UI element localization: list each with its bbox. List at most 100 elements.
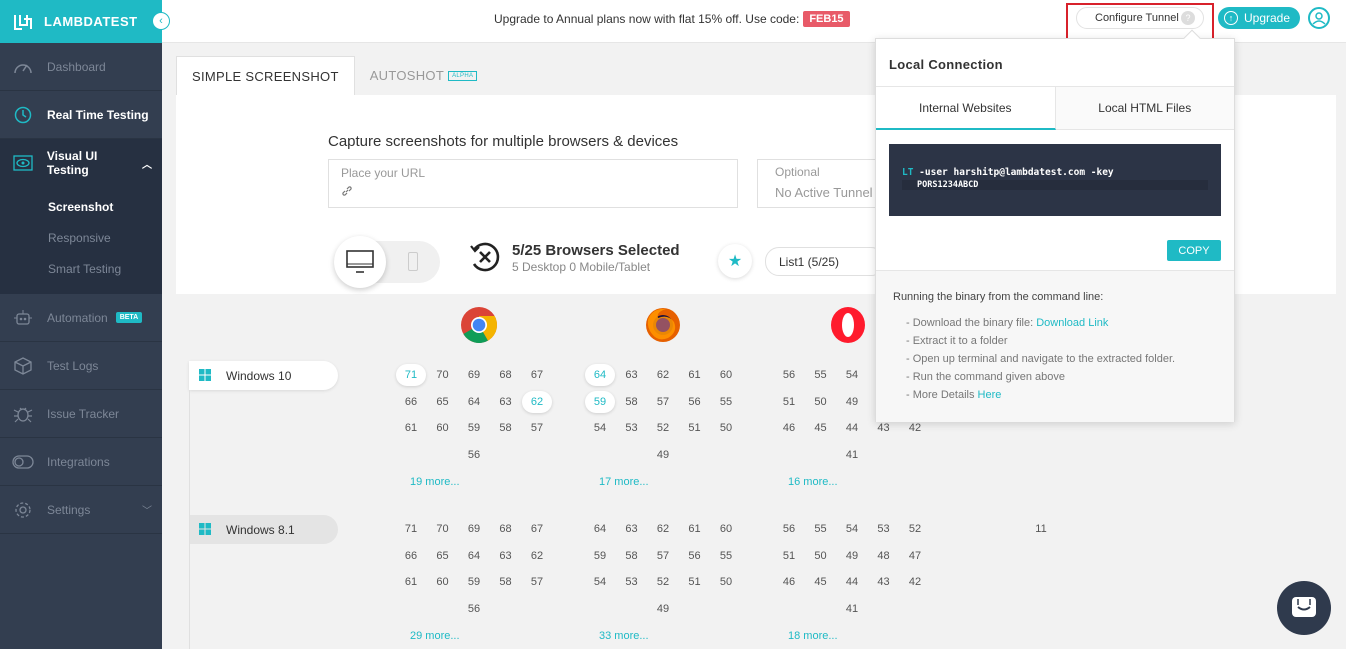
version-cell[interactable]: 57	[522, 571, 552, 593]
version-cell[interactable]: 49	[837, 391, 867, 413]
version-cell[interactable]: 64	[585, 364, 615, 386]
more-versions-link[interactable]: 16 more...	[788, 476, 838, 488]
version-cell[interactable]: 51	[774, 545, 804, 567]
version-cell[interactable]: 68	[491, 364, 521, 386]
sidebar-item-real-time-testing[interactable]: Real Time Testing	[0, 91, 162, 139]
version-cell[interactable]: 61	[396, 571, 426, 593]
version-cell[interactable]: 59	[459, 417, 489, 439]
version-cell[interactable]: 63	[617, 364, 647, 386]
sidebar-item-settings[interactable]: Settings ﹀	[0, 486, 162, 534]
version-cell[interactable]: 66	[396, 391, 426, 413]
version-cell[interactable]: 51	[680, 417, 710, 439]
version-cell[interactable]: 54	[837, 364, 867, 386]
list-select[interactable]: List1 (5/25)	[765, 247, 885, 276]
version-cell[interactable]: 71	[396, 364, 426, 386]
version-cell[interactable]: 49	[648, 444, 678, 466]
star-icon[interactable]: ★	[718, 244, 752, 278]
version-cell[interactable]: 69	[459, 364, 489, 386]
version-cell[interactable]: 64	[459, 391, 489, 413]
sidebar-item-issue-tracker[interactable]: Issue Tracker	[0, 390, 162, 438]
tab-local-html-files[interactable]: Local HTML Files	[1055, 87, 1234, 130]
version-cell[interactable]: 44	[837, 571, 867, 593]
version-cell[interactable]: 50	[711, 571, 741, 593]
more-versions-link[interactable]: 18 more...	[788, 630, 838, 642]
more-versions-link[interactable]: 33 more...	[599, 630, 649, 642]
sidebar-subitem-smart-testing[interactable]: Smart Testing	[0, 253, 162, 284]
device-toggle[interactable]	[334, 236, 440, 288]
version-cell[interactable]: 44	[837, 417, 867, 439]
sidebar-item-visual-ui-testing[interactable]: Visual UI Testing ︿	[0, 139, 162, 187]
version-cell[interactable]: 45	[806, 417, 836, 439]
version-cell[interactable]: 53	[869, 518, 899, 540]
version-cell[interactable]: 68	[491, 518, 521, 540]
version-cell[interactable]: 59	[459, 571, 489, 593]
version-cell[interactable]: 65	[428, 545, 458, 567]
version-cell[interactable]: 54	[585, 417, 615, 439]
version-cell[interactable]: 58	[491, 417, 521, 439]
version-cell[interactable]: 52	[648, 571, 678, 593]
version-cell[interactable]: 50	[711, 417, 741, 439]
version-cell[interactable]: 70	[428, 364, 458, 386]
version-cell[interactable]: 46	[774, 571, 804, 593]
tunnel-select[interactable]: Optional No Active Tunnel	[757, 159, 877, 208]
sidebar-item-automation[interactable]: Automation BETA	[0, 294, 162, 342]
version-cell[interactable]: 58	[491, 571, 521, 593]
version-cell[interactable]: 41	[837, 598, 867, 620]
version-cell[interactable]: 11	[1026, 518, 1056, 540]
sidebar-item-test-logs[interactable]: Test Logs	[0, 342, 162, 390]
version-cell[interactable]: 57	[648, 545, 678, 567]
chat-button[interactable]	[1277, 581, 1331, 635]
tab-simple-screenshot[interactable]: SIMPLE SCREENSHOT	[176, 56, 355, 95]
version-cell[interactable]: 50	[806, 391, 836, 413]
brand[interactable]: LAMBDATEST ‹	[0, 0, 170, 43]
version-cell[interactable]: 49	[648, 598, 678, 620]
version-cell[interactable]: 61	[680, 518, 710, 540]
version-cell[interactable]: 54	[585, 571, 615, 593]
version-cell[interactable]: 69	[459, 518, 489, 540]
version-cell[interactable]: 58	[617, 545, 647, 567]
version-cell[interactable]: 41	[837, 444, 867, 466]
version-cell[interactable]: 71	[396, 518, 426, 540]
version-cell[interactable]: 51	[680, 571, 710, 593]
collapse-sidebar-icon[interactable]: ‹	[152, 12, 170, 30]
version-cell[interactable]: 55	[711, 545, 741, 567]
version-cell[interactable]: 56	[459, 598, 489, 620]
version-cell[interactable]: 67	[522, 518, 552, 540]
version-cell[interactable]: 60	[711, 364, 741, 386]
version-cell[interactable]: 62	[522, 390, 552, 413]
version-cell[interactable]: 63	[491, 545, 521, 567]
more-versions-link[interactable]: 29 more...	[410, 630, 460, 642]
user-avatar-icon[interactable]	[1308, 7, 1330, 29]
version-cell[interactable]: 42	[900, 571, 930, 593]
sidebar-subitem-screenshot[interactable]: Screenshot	[0, 191, 162, 222]
version-cell[interactable]: 46	[774, 417, 804, 439]
version-cell[interactable]: 61	[396, 417, 426, 439]
version-cell[interactable]: 62	[648, 364, 678, 386]
tab-internal-websites[interactable]: Internal Websites	[876, 87, 1056, 130]
os-windows-10[interactable]: Windows 10	[189, 361, 338, 390]
version-cell[interactable]: 55	[806, 518, 836, 540]
version-cell[interactable]: 43	[869, 571, 899, 593]
version-cell[interactable]: 63	[617, 518, 647, 540]
download-link[interactable]: Download Link	[1036, 317, 1108, 329]
version-cell[interactable]: 60	[428, 571, 458, 593]
version-cell[interactable]: 47	[900, 545, 930, 567]
version-cell[interactable]: 59	[585, 545, 615, 567]
version-cell[interactable]: 53	[617, 571, 647, 593]
version-cell[interactable]: 52	[900, 518, 930, 540]
version-cell[interactable]: 50	[806, 545, 836, 567]
version-cell[interactable]: 67	[522, 364, 552, 386]
version-cell[interactable]: 63	[491, 391, 521, 413]
version-cell[interactable]: 55	[806, 364, 836, 386]
version-cell[interactable]: 60	[711, 518, 741, 540]
version-cell[interactable]: 51	[774, 391, 804, 413]
sidebar-item-integrations[interactable]: Integrations	[0, 438, 162, 486]
version-cell[interactable]: 56	[774, 518, 804, 540]
version-cell[interactable]: 61	[680, 364, 710, 386]
more-versions-link[interactable]: 19 more...	[410, 476, 460, 488]
version-cell[interactable]: 64	[585, 518, 615, 540]
version-cell[interactable]: 62	[522, 545, 552, 567]
version-cell[interactable]: 48	[869, 545, 899, 567]
sidebar-subitem-responsive[interactable]: Responsive	[0, 222, 162, 253]
version-cell[interactable]: 52	[648, 417, 678, 439]
